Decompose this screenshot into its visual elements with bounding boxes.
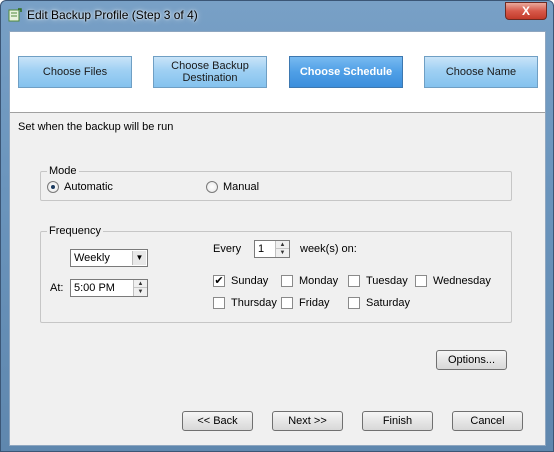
backup-profile-window: Edit Backup Profile (Step 3 of 4) X Choo… — [0, 0, 554, 452]
weeks-on-label: week(s) on: — [300, 243, 357, 255]
day-label: Monday — [299, 275, 339, 287]
at-label: At: — [50, 282, 64, 294]
every-weeks-field[interactable]: 1 ▲ ▼ — [254, 240, 290, 258]
radio-unselected-icon — [206, 181, 218, 193]
day-checkbox-thursday[interactable]: Thursday — [213, 297, 277, 309]
day-checkbox-sunday[interactable]: ✔ Sunday — [213, 275, 268, 287]
frequency-group: Frequency Weekly ▼ At: 5:00 PM ▲ ▼ Every… — [40, 225, 512, 323]
checkbox-checked-icon: ✔ — [213, 275, 225, 287]
day-checkbox-saturday[interactable]: Saturday — [348, 297, 410, 309]
next-button[interactable]: Next >> — [272, 411, 343, 431]
step-choose-backup-destination[interactable]: Choose Backup Destination — [153, 56, 267, 88]
checkbox-empty-icon — [415, 275, 427, 287]
automatic-label: Automatic — [64, 181, 113, 193]
day-checkbox-friday[interactable]: Friday — [281, 297, 330, 309]
step-label: Choose Schedule — [299, 66, 393, 78]
checkbox-empty-icon — [348, 297, 360, 309]
day-checkbox-tuesday[interactable]: Tuesday — [348, 275, 408, 287]
day-label: Wednesday — [433, 275, 491, 287]
cancel-button[interactable]: Cancel — [452, 411, 523, 431]
window-title: Edit Backup Profile (Step 3 of 4) — [27, 8, 198, 22]
day-checkbox-wednesday[interactable]: Wednesday — [415, 275, 491, 287]
checkbox-empty-icon — [213, 297, 225, 309]
step-instructions: Set when the backup will be run — [18, 121, 174, 133]
manual-radio[interactable]: Manual — [206, 181, 259, 193]
finish-button[interactable]: Finish — [362, 411, 433, 431]
day-label: Sunday — [231, 275, 269, 287]
back-button[interactable]: << Back — [182, 411, 253, 431]
every-label: Every — [213, 243, 242, 255]
step-choose-schedule[interactable]: Choose Schedule — [289, 56, 403, 88]
backup-app-icon — [8, 8, 22, 22]
day-label: Thursday — [231, 297, 277, 309]
radio-selected-icon — [47, 181, 59, 193]
step-label: Choose Name — [445, 66, 517, 78]
step-choose-name[interactable]: Choose Name — [424, 56, 538, 88]
manual-label: Manual — [223, 181, 260, 193]
automatic-radio[interactable]: Automatic — [47, 181, 113, 193]
wizard-steps-panel: Choose Files Choose Backup Destination C… — [10, 32, 545, 113]
every-spinner[interactable]: ▲ ▼ — [275, 241, 289, 257]
close-icon: X — [521, 4, 530, 18]
mode-group: Mode Automatic Manual — [40, 165, 512, 201]
mode-legend: Mode — [47, 165, 79, 177]
day-label: Tuesday — [366, 275, 408, 287]
checkbox-empty-icon — [281, 275, 293, 287]
step-choose-files[interactable]: Choose Files — [18, 56, 132, 88]
dialog-client-area: Choose Files Choose Backup Destination C… — [9, 31, 546, 446]
every-value: 1 — [258, 243, 265, 255]
time-spinner[interactable]: ▲ ▼ — [133, 280, 147, 296]
day-label: Friday — [299, 297, 330, 309]
close-button[interactable]: X — [505, 2, 547, 20]
spin-down-icon[interactable]: ▼ — [134, 288, 147, 296]
day-label: Saturday — [366, 297, 411, 309]
day-checkbox-monday[interactable]: Monday — [281, 275, 338, 287]
step-label: Choose Files — [42, 66, 108, 78]
frequency-legend: Frequency — [47, 225, 103, 237]
checkbox-empty-icon — [281, 297, 293, 309]
step-label: Choose Backup Destination — [171, 60, 249, 84]
time-field[interactable]: 5:00 PM ▲ ▼ — [70, 279, 148, 297]
options-button[interactable]: Options... — [436, 350, 507, 370]
checkbox-empty-icon — [348, 275, 360, 287]
title-bar[interactable]: Edit Backup Profile (Step 3 of 4) X — [1, 1, 553, 31]
frequency-value: Weekly — [74, 252, 110, 264]
chevron-down-icon[interactable]: ▼ — [132, 251, 146, 265]
spin-down-icon[interactable]: ▼ — [276, 249, 289, 257]
time-value: 5:00 PM — [74, 282, 115, 294]
spin-up-icon[interactable]: ▲ — [276, 241, 289, 249]
spin-up-icon[interactable]: ▲ — [134, 280, 147, 288]
frequency-select[interactable]: Weekly ▼ — [70, 249, 148, 267]
